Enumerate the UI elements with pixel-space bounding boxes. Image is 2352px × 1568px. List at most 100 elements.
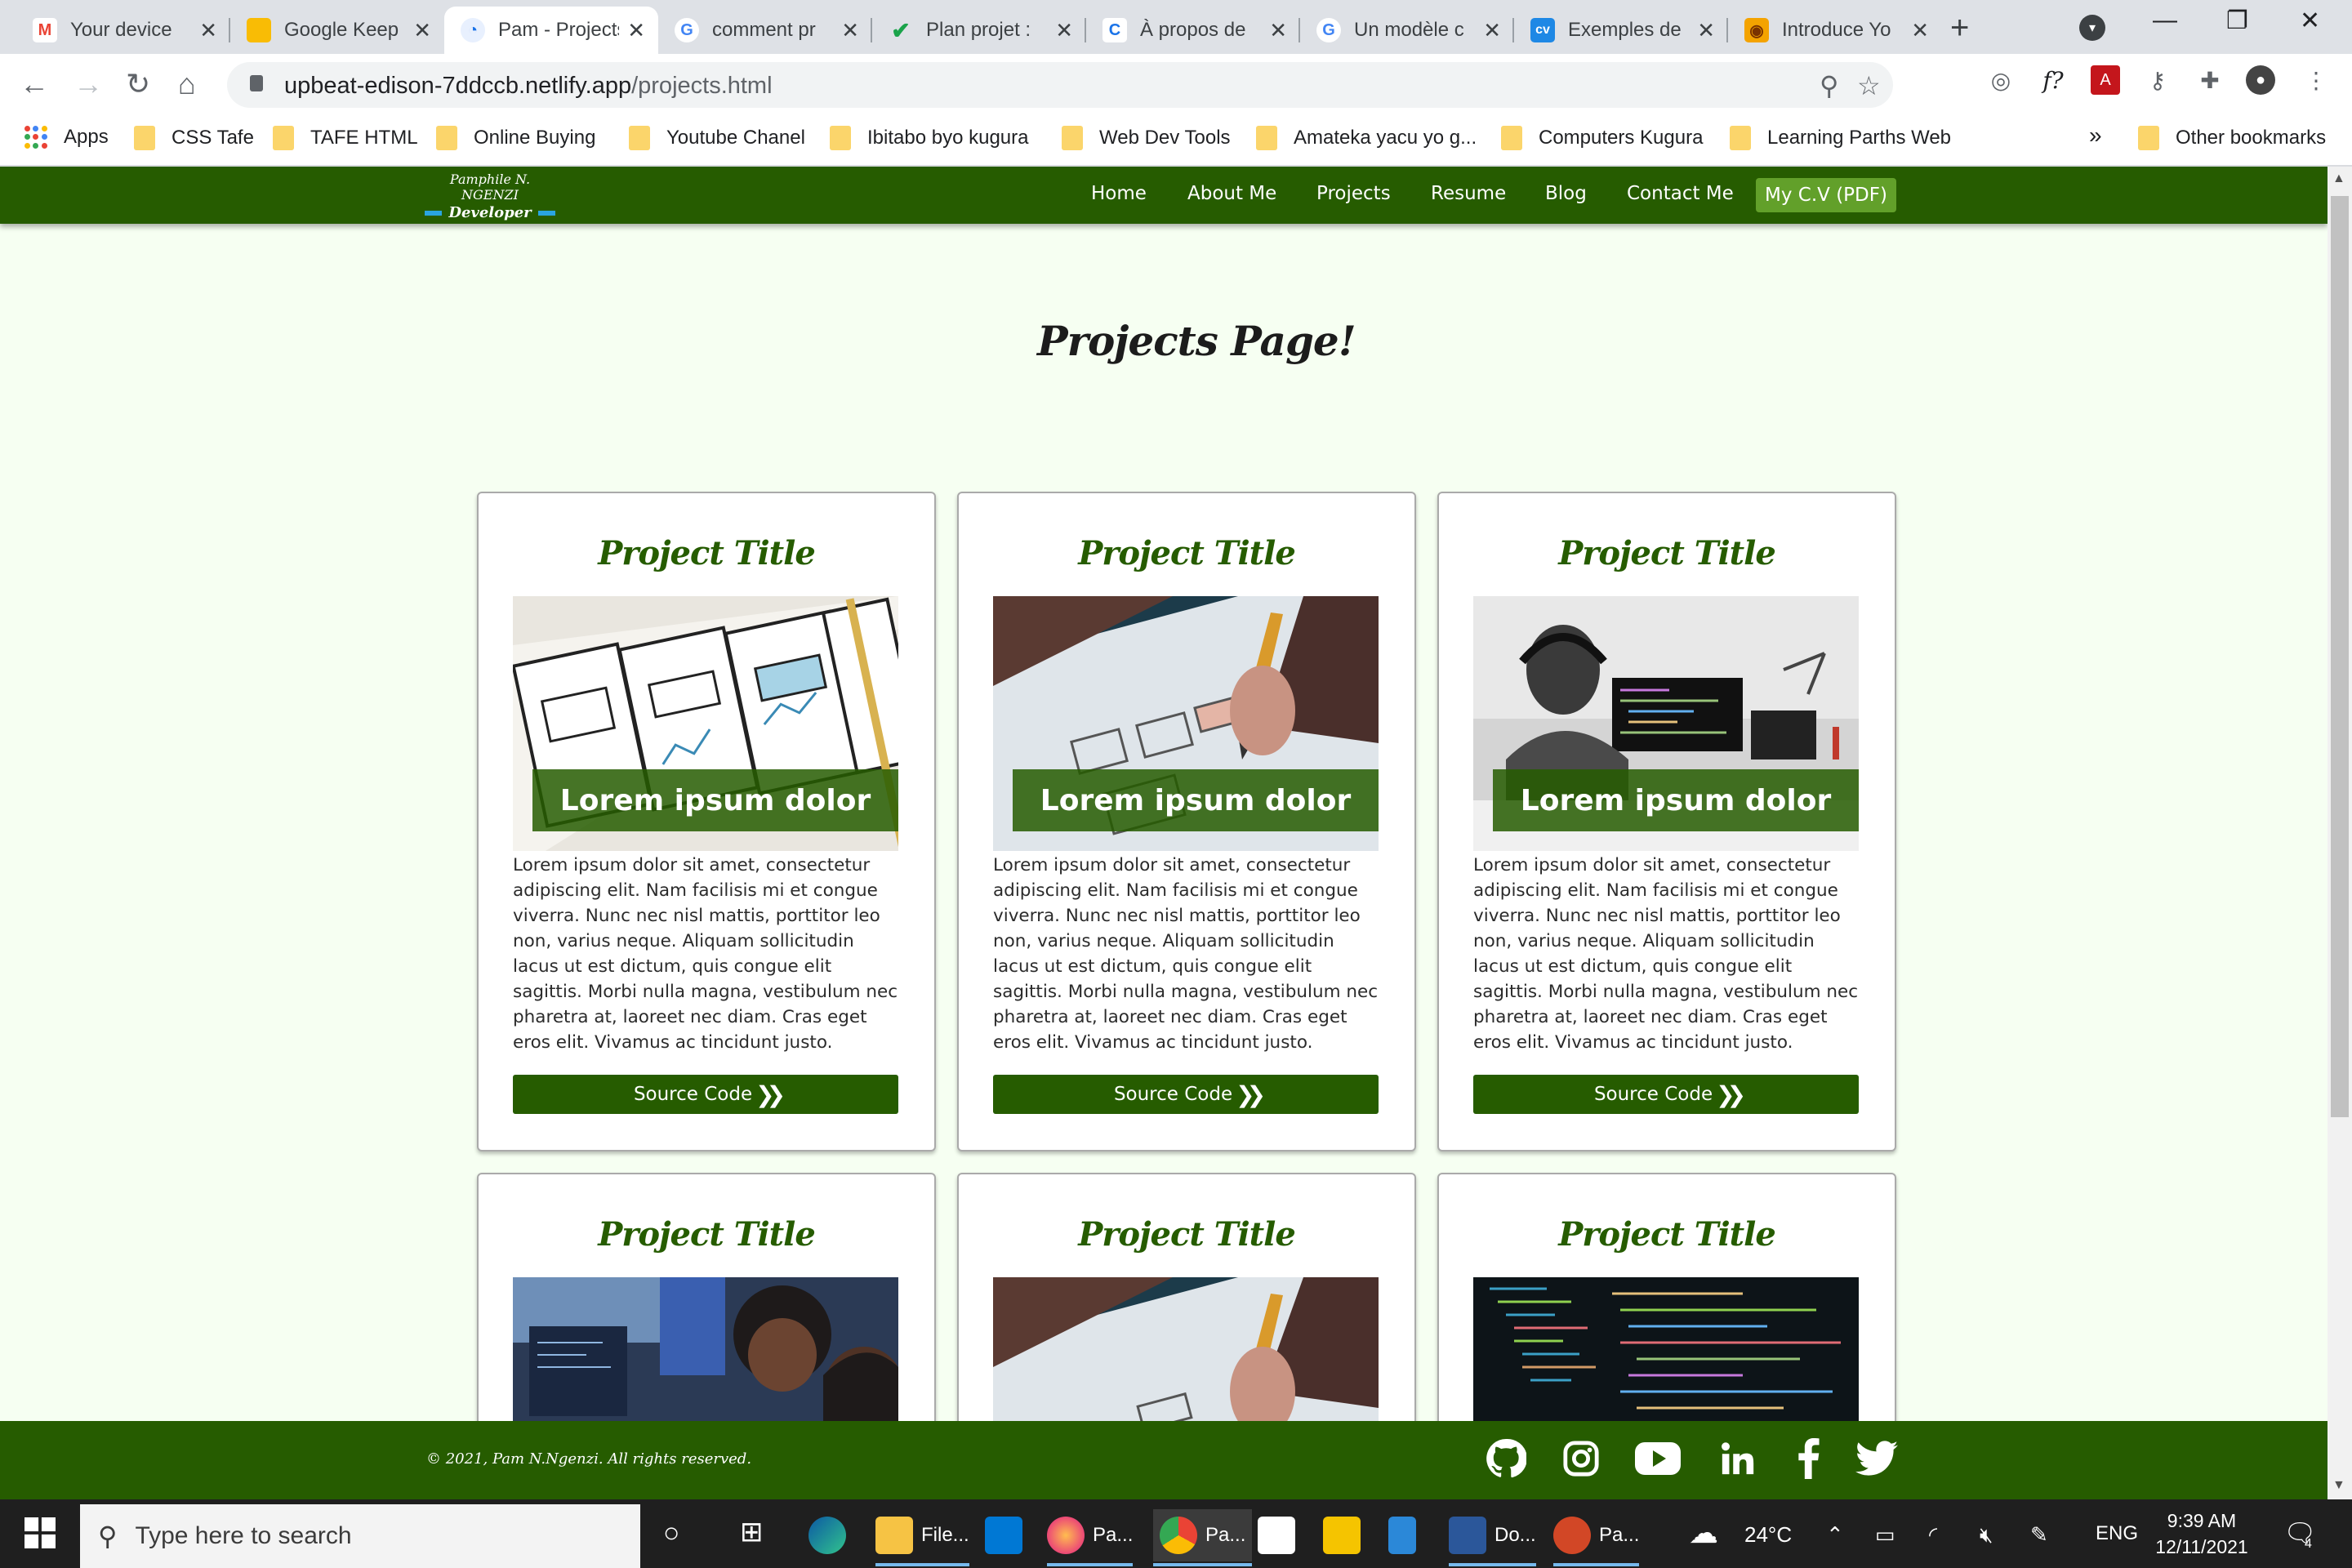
- volume-muted-icon[interactable]: 🔇︎: [1980, 1522, 1993, 1548]
- taskbar-powerpoint[interactable]: Pa...: [1553, 1509, 1640, 1566]
- taskbar-search[interactable]: ⚲ Type here to search: [80, 1504, 640, 1568]
- taskbar-firefox[interactable]: Pa...: [1047, 1509, 1134, 1566]
- puzzle-icon[interactable]: ✚: [2195, 65, 2225, 95]
- address-bar[interactable]: upbeat-edison-7ddccb.netlify.app/project…: [227, 62, 1893, 108]
- menu-icon[interactable]: ⋮: [2301, 65, 2331, 95]
- language-indicator[interactable]: ENG: [2096, 1522, 2138, 1545]
- bookmark-folder[interactable]: Ibitabo byo kugura: [830, 126, 1028, 150]
- key-icon[interactable]: ⚷: [2143, 65, 2172, 95]
- other-bookmarks[interactable]: Other bookmarks: [2138, 126, 2326, 150]
- new-tab-button[interactable]: +: [1950, 10, 1969, 47]
- site-logo[interactable]: Pamphile N. NGENZI Developer: [425, 172, 555, 221]
- taskbar-edge[interactable]: [808, 1509, 854, 1561]
- extension-icon[interactable]: ◎: [1986, 65, 2016, 95]
- nav-blog[interactable]: Blog: [1545, 183, 1587, 204]
- instagram-icon[interactable]: [1558, 1436, 1604, 1481]
- pdf-icon[interactable]: A: [2091, 65, 2120, 95]
- github-icon[interactable]: [1483, 1436, 1529, 1481]
- forward-icon[interactable]: →: [74, 67, 103, 101]
- url-host: upbeat-edison-7ddccb.netlify.app: [284, 73, 632, 99]
- bookmark-folder[interactable]: TAFE HTML: [273, 126, 418, 150]
- logo-role: Developer: [448, 204, 532, 221]
- tab-7[interactable]: cv Exemples de ✕: [1514, 7, 1728, 54]
- star-icon[interactable]: ☆: [1857, 70, 1881, 101]
- close-icon[interactable]: ✕: [1055, 18, 1073, 43]
- close-icon[interactable]: ✕: [1911, 18, 1929, 43]
- bookmarks-overflow[interactable]: »: [2089, 122, 2102, 149]
- weather-icon[interactable]: ☁: [1689, 1516, 1718, 1550]
- tab-4[interactable]: ✔ Plan projet : ✕: [872, 7, 1086, 54]
- tray-chevron-icon[interactable]: ⌃: [1826, 1522, 1844, 1548]
- back-icon[interactable]: ←: [20, 67, 49, 101]
- close-icon[interactable]: ✕: [1697, 18, 1715, 43]
- minimize-icon[interactable]: —: [2153, 7, 2177, 34]
- twitter-icon[interactable]: [1854, 1436, 1900, 1481]
- scroll-up-icon[interactable]: ▲: [2332, 172, 2345, 186]
- app-label: Pa...: [1205, 1524, 1246, 1546]
- cv-pdf-button[interactable]: My C.V (PDF): [1756, 178, 1896, 212]
- nav-resume[interactable]: Resume: [1431, 183, 1506, 204]
- linkedin-icon[interactable]: [1715, 1436, 1761, 1481]
- tab-8[interactable]: ◉ Introduce Yo ✕: [1728, 7, 1942, 54]
- restore-icon[interactable]: ❐: [2226, 7, 2248, 35]
- close-icon[interactable]: ✕: [1269, 18, 1287, 43]
- close-icon[interactable]: ✕: [199, 18, 217, 43]
- folder-icon: [134, 126, 155, 150]
- tab-title: Google Keep: [284, 19, 399, 41]
- bookmark-folder[interactable]: Youtube Chanel: [629, 126, 805, 150]
- close-icon[interactable]: ✕: [1483, 18, 1501, 43]
- scrollbar-thumb[interactable]: [2331, 196, 2349, 1117]
- function-icon[interactable]: f?: [2038, 65, 2068, 95]
- nav-contact[interactable]: Contact Me: [1627, 183, 1734, 204]
- nav-projects[interactable]: Projects: [1316, 183, 1391, 204]
- source-code-button[interactable]: Source Code ❯❯: [513, 1075, 898, 1114]
- task-view-icon[interactable]: ⊞: [740, 1516, 764, 1548]
- bookmark-folder[interactable]: Web Dev Tools: [1062, 126, 1231, 150]
- taskbar-store[interactable]: [1258, 1509, 1303, 1561]
- close-icon[interactable]: ✕: [413, 18, 431, 43]
- nav-home[interactable]: Home: [1091, 183, 1147, 204]
- bookmark-folder[interactable]: Computers Kugura: [1501, 126, 1703, 150]
- tab-search-icon[interactable]: ▾: [2079, 15, 2105, 41]
- battery-icon[interactable]: ▭: [1875, 1522, 1895, 1548]
- zoom-icon[interactable]: ⚲: [1820, 70, 1838, 101]
- bookmark-folder[interactable]: CSS Tafe: [134, 126, 254, 150]
- wifi-icon[interactable]: ◜: [1929, 1522, 1937, 1548]
- close-icon[interactable]: ✕: [841, 18, 859, 43]
- tab-0[interactable]: M Your device ✕: [16, 7, 230, 54]
- taskbar-app-blue[interactable]: [1388, 1509, 1424, 1561]
- weather-temp[interactable]: 24°C: [1744, 1522, 1792, 1548]
- tab-6[interactable]: G Un modèle c ✕: [1300, 7, 1514, 54]
- youtube-icon[interactable]: [1635, 1436, 1681, 1481]
- taskbar-mail[interactable]: [985, 1509, 1031, 1561]
- scroll-down-icon[interactable]: ▼: [2332, 1478, 2345, 1493]
- home-icon[interactable]: ⌂: [178, 67, 196, 101]
- taskbar-word[interactable]: Do...: [1449, 1509, 1536, 1566]
- bookmark-apps[interactable]: Apps: [24, 126, 109, 149]
- tab-5[interactable]: C À propos de ✕: [1086, 7, 1300, 54]
- bookmark-folder[interactable]: Online Buying: [436, 126, 595, 150]
- source-code-button[interactable]: Source Code ❯❯: [993, 1075, 1379, 1114]
- clock[interactable]: 9:39 AM 12/11/2021: [2148, 1508, 2256, 1560]
- pen-icon[interactable]: ✎: [2030, 1522, 2048, 1548]
- facebook-icon[interactable]: [1785, 1436, 1831, 1481]
- taskbar-app-yellow[interactable]: [1323, 1509, 1369, 1561]
- nav-about[interactable]: About Me: [1187, 183, 1276, 204]
- taskbar-file-explorer[interactable]: File...: [875, 1509, 969, 1566]
- reload-icon[interactable]: ↻: [126, 67, 150, 101]
- url-text[interactable]: upbeat-edison-7ddccb.netlify.app/project…: [284, 73, 773, 100]
- tab-1[interactable]: Google Keep ✕: [230, 7, 444, 54]
- tab-2-active[interactable]: ◔ Pam - Projects ✕: [444, 7, 658, 54]
- taskbar-chrome[interactable]: Pa...: [1153, 1509, 1253, 1566]
- cortana-icon[interactable]: ○: [663, 1517, 680, 1549]
- bookmark-folder[interactable]: Learning Parths Web: [1730, 126, 1951, 150]
- avatar[interactable]: ●: [2246, 65, 2275, 95]
- window-close-icon[interactable]: ✕: [2300, 7, 2320, 35]
- bookmark-label: CSS Tafe: [172, 127, 254, 149]
- button-label: Source Code: [633, 1084, 753, 1105]
- tab-3[interactable]: G comment pr ✕: [658, 7, 872, 54]
- source-code-button[interactable]: Source Code ❯❯: [1473, 1075, 1859, 1114]
- windows-start-icon[interactable]: [24, 1517, 56, 1552]
- bookmark-folder[interactable]: Amateka yacu yo g...: [1256, 126, 1477, 150]
- close-icon[interactable]: ✕: [627, 18, 645, 43]
